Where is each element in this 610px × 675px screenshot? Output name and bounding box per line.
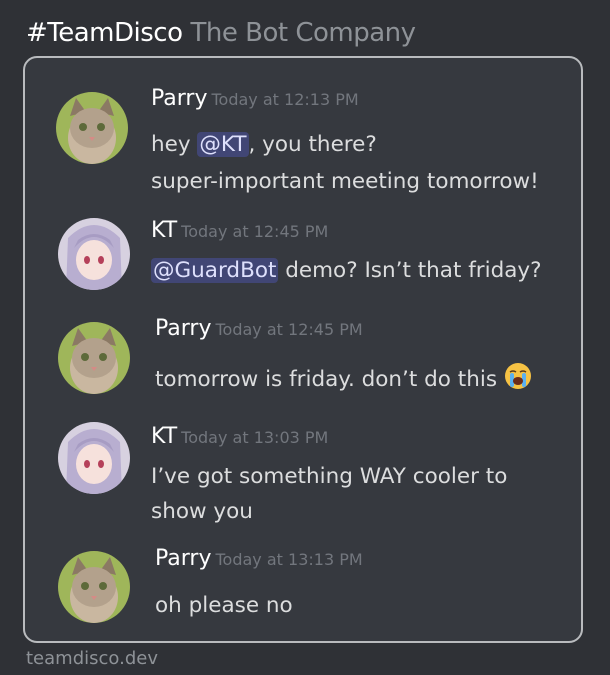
message-meta: KT Today at 12:45 PM <box>151 218 328 243</box>
avatar-anime[interactable] <box>58 218 130 290</box>
author-name[interactable]: KT <box>151 424 177 449</box>
timestamp: Today at 12:45 PM <box>181 222 329 241</box>
author-name[interactable]: Parry <box>155 546 211 571</box>
mention[interactable]: @KT <box>197 132 249 157</box>
cat-avatar-icon <box>58 551 130 623</box>
mention[interactable]: @GuardBot <box>151 258 279 283</box>
message-meta: Parry Today at 12:13 PM <box>151 86 359 111</box>
timestamp: Today at 13:13 PM <box>215 550 363 569</box>
message-text: tomorrow is friday. don’t do this <box>155 367 498 392</box>
message-text: , you there? <box>248 132 377 157</box>
message-meta: KT Today at 13:03 PM <box>151 424 328 449</box>
avatar-cat[interactable] <box>56 92 128 164</box>
message-line: I’ve got something WAY cooler to <box>151 464 508 489</box>
author-name[interactable]: KT <box>151 218 177 243</box>
tagline: The Bot Company <box>190 18 417 48</box>
message-meta: Parry Today at 13:13 PM <box>155 546 363 571</box>
message-line: oh please no <box>155 593 293 618</box>
timestamp: Today at 12:13 PM <box>211 90 359 109</box>
brand-name: #TeamDisco <box>26 18 183 48</box>
avatar-cat[interactable] <box>58 322 130 394</box>
anime-avatar-icon <box>58 422 130 494</box>
message-text: demo? Isn’t that friday? <box>278 258 542 283</box>
cat-avatar-icon <box>56 92 128 164</box>
message-line: @GuardBot demo? Isn’t that friday? <box>151 258 542 283</box>
message-line: tomorrow is friday. don’t do this <box>155 362 532 392</box>
anime-avatar-icon <box>58 218 130 290</box>
avatar-anime[interactable] <box>58 422 130 494</box>
message-meta: Parry Today at 12:45 PM <box>155 316 363 341</box>
footer-url[interactable]: teamdisco.dev <box>26 648 158 669</box>
chat-card: Parry Today at 12:13 PM hey @KT, you ther… <box>23 56 583 643</box>
message-line: show you <box>151 499 253 524</box>
timestamp: Today at 13:03 PM <box>181 428 329 447</box>
author-name[interactable]: Parry <box>155 316 211 341</box>
author-name[interactable]: Parry <box>151 86 207 111</box>
loudly-crying-face-emoji <box>504 362 532 390</box>
page-header: #TeamDisco The Bot Company <box>26 18 416 48</box>
avatar-cat[interactable] <box>58 551 130 623</box>
message-line: super-important meeting tomorrow! <box>151 169 539 194</box>
message-text: hey <box>151 132 198 157</box>
cat-avatar-icon <box>58 322 130 394</box>
timestamp: Today at 12:45 PM <box>215 320 363 339</box>
message-line: hey @KT, you there? <box>151 132 377 157</box>
